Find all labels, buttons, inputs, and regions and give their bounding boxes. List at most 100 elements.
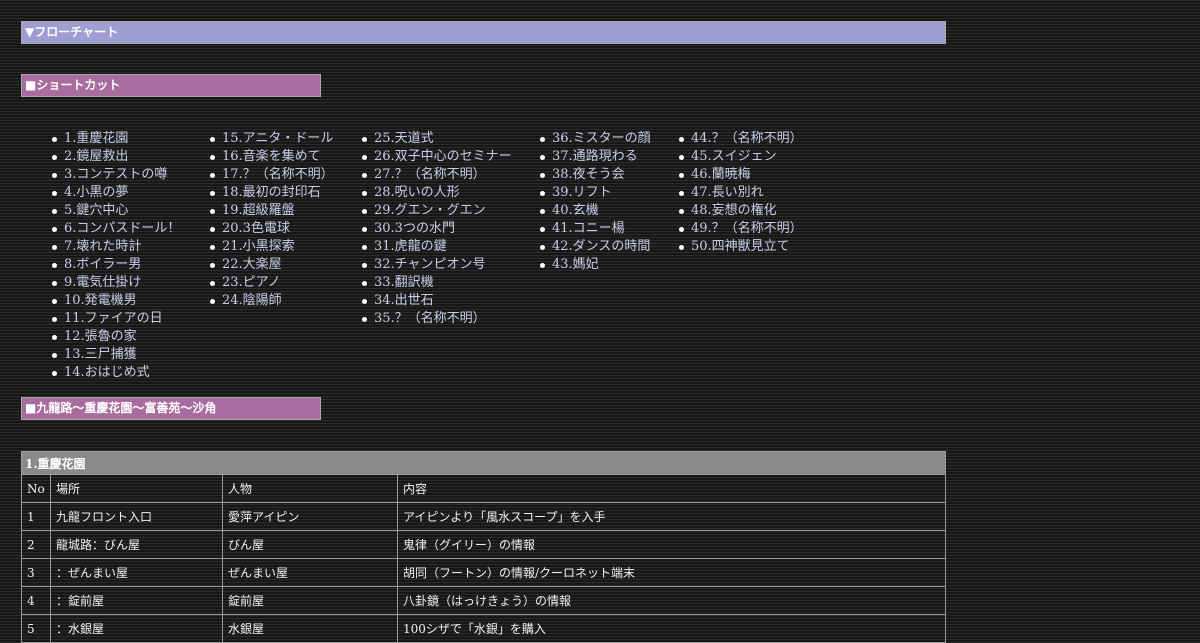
shortcut-item: 35.？（名称不明） xyxy=(362,310,512,328)
shortcut-column-2: 15.アニタ・ドール 16.音楽を集めて 17.？（名称不明） 18.最初の封印石 19… xyxy=(210,130,334,310)
shortcut-link[interactable]: 34.出世石 xyxy=(374,293,434,308)
shortcut-item: 40.玄機 xyxy=(540,202,651,220)
shortcut-link[interactable]: 22.大楽屋 xyxy=(222,257,282,272)
shortcut-item: 26.双子中心のセミナー xyxy=(362,148,512,166)
shortcut-item: 4.小黒の夢 xyxy=(51,184,180,202)
shortcut-link[interactable]: 45.スイジェン xyxy=(691,149,777,164)
shortcut-link[interactable]: 16.音楽を集めて xyxy=(222,149,321,164)
shortcut-item: 13.三尸捕獲 xyxy=(51,346,180,364)
shortcut-link[interactable]: 43.媽妃 xyxy=(552,257,599,272)
shortcut-link[interactable]: 29.グエン・グエン xyxy=(374,203,486,218)
row-number: 3 xyxy=(21,558,51,587)
shortcut-item: 50.四神獣見立て xyxy=(679,238,803,256)
shortcut-item: 21.小黒探索 xyxy=(210,238,334,256)
shortcut-link[interactable]: 7.壊れた時計 xyxy=(64,239,141,254)
shortcut-link[interactable]: 2.鏡屋救出 xyxy=(64,149,128,164)
shortcut-link[interactable]: 37.通路現わる xyxy=(552,149,638,164)
shortcut-item: 31.虎龍の鍵 xyxy=(362,238,512,256)
shortcut-link[interactable]: 17.？（名称不明） xyxy=(222,167,334,182)
shortcut-link[interactable]: 13.三尸捕獲 xyxy=(64,347,137,362)
shortcut-item: 22.大楽屋 xyxy=(210,256,334,274)
row-number: 5 xyxy=(21,614,51,643)
shortcut-link[interactable]: 33.翻訳機 xyxy=(374,275,434,290)
shortcut-item: 25.天道式 xyxy=(362,130,512,148)
row-place: ：錠前屋 xyxy=(50,586,223,615)
shortcut-link[interactable]: 49.？（名称不明） xyxy=(691,221,803,236)
row-person: びん屋 xyxy=(222,530,398,559)
shortcut-link[interactable]: 44.？（名称不明） xyxy=(691,131,803,146)
shortcut-item: 38.夜そう会 xyxy=(540,166,651,184)
shortcut-link[interactable]: 1.重慶花園 xyxy=(64,131,128,146)
shortcut-item: 36.ミスターの顔 xyxy=(540,130,651,148)
shortcut-item: 46.蘭暁梅 xyxy=(679,166,803,184)
shortcut-link[interactable]: 25.天道式 xyxy=(374,131,434,146)
shortcut-link[interactable]: 38.夜そう会 xyxy=(552,167,625,182)
shortcut-link[interactable]: 21.小黒探索 xyxy=(222,239,295,254)
shortcut-item: 2.鏡屋救出 xyxy=(51,148,180,166)
shortcut-item: 49.？（名称不明） xyxy=(679,220,803,238)
shortcut-column-5: 44.？（名称不明） 45.スイジェン 46.蘭暁梅 47.長い別れ 48.妄想の権化 4… xyxy=(679,130,803,256)
shortcut-link[interactable]: 35.？（名称不明） xyxy=(374,311,486,326)
shortcut-item: 8.ボイラー男 xyxy=(51,256,180,274)
shortcut-link[interactable]: 20.3色電球 xyxy=(222,221,290,236)
shortcut-item: 19.超級羅盤 xyxy=(210,202,334,220)
shortcut-item: 1.重慶花園 xyxy=(51,130,180,148)
shortcut-link[interactable]: 11.ファイアの日 xyxy=(64,311,163,326)
shortcut-link[interactable]: 9.電気仕掛け xyxy=(64,275,141,290)
table-row: 4 ：錠前屋 錠前屋 八卦鏡（はっけきょう）の情報 xyxy=(21,586,946,615)
shortcut-item: 27.？（名称不明） xyxy=(362,166,512,184)
shortcut-link[interactable]: 50.四神獣見立て xyxy=(691,239,790,254)
shortcut-item: 44.？（名称不明） xyxy=(679,130,803,148)
shortcut-link[interactable]: 23.ピアノ xyxy=(222,275,281,290)
shortcut-item: 17.？（名称不明） xyxy=(210,166,334,184)
shortcut-column-1: 1.重慶花園 2.鏡屋救出 3.コンテストの噂 4.小黒の夢 5.鍵穴中心 6.コンパスド… xyxy=(51,130,180,382)
row-content: 八卦鏡（はっけきょう）の情報 xyxy=(397,586,946,615)
shortcut-link[interactable]: 46.蘭暁梅 xyxy=(691,167,751,182)
shortcut-link[interactable]: 6.コンパスドール！ xyxy=(64,221,180,236)
shortcut-link[interactable]: 18.最初の封印石 xyxy=(222,185,321,200)
table-row: 5 ：水銀屋 水銀屋 100シザで「水銀」を購入 xyxy=(21,614,946,643)
row-place: 龍城路：びん屋 xyxy=(50,530,223,559)
row-number: 1 xyxy=(21,502,51,531)
table-title-row: 1.重慶花園 xyxy=(21,451,946,475)
shortcut-header: ■ショートカット xyxy=(21,74,321,97)
row-content: アイピンより「風水スコープ」を入手 xyxy=(397,502,946,531)
shortcut-link[interactable]: 47.長い別れ xyxy=(691,185,764,200)
shortcut-item: 29.グエン・グエン xyxy=(362,202,512,220)
column-header-content: 内容 xyxy=(397,474,946,503)
shortcut-link[interactable]: 4.小黒の夢 xyxy=(64,185,128,200)
shortcut-item: 43.媽妃 xyxy=(540,256,651,274)
shortcut-link[interactable]: 5.鍵穴中心 xyxy=(64,203,128,218)
shortcut-link[interactable]: 27.？（名称不明） xyxy=(374,167,486,182)
table-row: 3 ：ぜんまい屋 ぜんまい屋 胡同（フートン）の情報/クーロネット端末 xyxy=(21,558,946,587)
shortcut-link[interactable]: 31.虎龍の鍵 xyxy=(374,239,447,254)
shortcut-link[interactable]: 32.チャンピオン号 xyxy=(374,257,486,272)
table-header-row: No 場所 人物 内容 xyxy=(21,474,946,503)
shortcut-link[interactable]: 8.ボイラー男 xyxy=(64,257,141,272)
shortcut-link[interactable]: 41.コニー楊 xyxy=(552,221,625,236)
shortcut-item: 32.チャンピオン号 xyxy=(362,256,512,274)
shortcut-column-4: 36.ミスターの顔 37.通路現わる 38.夜そう会 39.リフト 40.玄機 41.コニ… xyxy=(540,130,651,274)
shortcut-link[interactable]: 3.コンテストの噂 xyxy=(64,167,167,182)
event-table: 1.重慶花園 No 場所 人物 内容 1 九龍フロント入口 愛萍アイピン アイピンより… xyxy=(21,451,946,643)
shortcut-link[interactable]: 15.アニタ・ドール xyxy=(222,131,333,146)
shortcut-item: 33.翻訳機 xyxy=(362,274,512,292)
shortcut-link[interactable]: 36.ミスターの顔 xyxy=(552,131,651,146)
shortcut-link[interactable]: 14.おはじめ式 xyxy=(64,365,150,380)
shortcut-link[interactable]: 42.ダンスの時間 xyxy=(552,239,650,254)
shortcut-item: 11.ファイアの日 xyxy=(51,310,180,328)
flowchart-header[interactable]: ▼フローチャート xyxy=(21,21,946,44)
shortcut-item: 34.出世石 xyxy=(362,292,512,310)
row-person: ぜんまい屋 xyxy=(222,558,398,587)
shortcut-link[interactable]: 30.3つの水門 xyxy=(374,221,455,236)
shortcut-link[interactable]: 19.超級羅盤 xyxy=(222,203,295,218)
shortcut-item: 12.張魯の家 xyxy=(51,328,180,346)
shortcut-link[interactable]: 28.呪いの人形 xyxy=(374,185,460,200)
shortcut-link[interactable]: 26.双子中心のセミナー xyxy=(374,149,512,164)
shortcut-link[interactable]: 12.張魯の家 xyxy=(64,329,137,344)
shortcut-link[interactable]: 10.発電機男 xyxy=(64,293,137,308)
shortcut-link[interactable]: 39.リフト xyxy=(552,185,612,200)
shortcut-link[interactable]: 24.陰陽師 xyxy=(222,293,282,308)
shortcut-link[interactable]: 48.妄想の権化 xyxy=(691,203,777,218)
shortcut-link[interactable]: 40.玄機 xyxy=(552,203,599,218)
